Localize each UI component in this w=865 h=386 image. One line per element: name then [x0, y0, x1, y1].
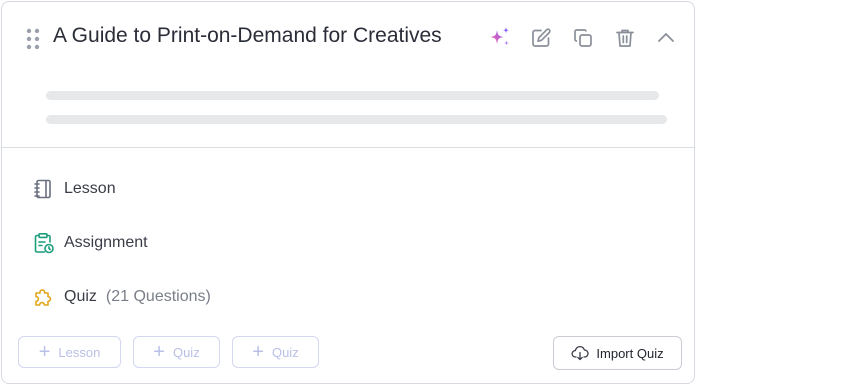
topic-title: A Guide to Print-on-Demand for Creatives	[53, 24, 442, 47]
puzzle-icon	[32, 286, 54, 308]
edit-button[interactable]	[527, 24, 555, 52]
collapse-button[interactable]	[652, 24, 680, 52]
delete-button[interactable]	[611, 24, 639, 52]
plus-icon: +	[38, 341, 51, 363]
sparkle-ai-icon	[490, 27, 509, 46]
plus-icon: +	[252, 341, 264, 363]
drag-handle-icon[interactable]	[26, 28, 40, 50]
duplicate-button[interactable]	[569, 24, 597, 52]
description-placeholder-line-1	[46, 91, 659, 100]
content-item-quiz[interactable]: Quiz (21 Questions)	[32, 285, 211, 309]
trash-icon	[616, 29, 634, 47]
clipboard-clock-icon	[32, 232, 54, 254]
chevron-up-icon	[658, 33, 674, 42]
add-quiz-label: Quiz	[172, 344, 200, 360]
cloud-download-icon	[571, 345, 590, 361]
topic-header: A Guide to Print-on-Demand for Creatives	[2, 2, 694, 76]
content-item-label: Lesson	[64, 180, 116, 197]
content-item-assignment[interactable]: Assignment	[32, 231, 148, 255]
add-lesson-button[interactable]: + Lesson	[18, 336, 121, 368]
description-placeholder-line-2	[46, 115, 667, 124]
plus-icon: +	[153, 341, 165, 363]
add-quiz-button-2[interactable]: + Quiz	[232, 336, 319, 368]
ai-generate-button[interactable]	[486, 24, 514, 52]
add-quiz-button[interactable]: + Quiz	[133, 336, 220, 368]
divider	[2, 147, 694, 148]
topic-card: A Guide to Print-on-Demand for Creatives	[1, 1, 695, 384]
content-item-lesson[interactable]: Lesson	[32, 177, 116, 201]
notebook-icon	[32, 178, 54, 200]
duplicate-icon	[574, 29, 592, 47]
import-quiz-button[interactable]: Import Quiz	[553, 336, 682, 370]
content-item-label: Assignment	[64, 234, 148, 251]
add-lesson-label: Lesson	[58, 344, 101, 360]
edit-icon	[532, 28, 551, 47]
add-quiz-label: Quiz	[271, 344, 299, 360]
import-quiz-label: Import Quiz	[596, 345, 664, 361]
content-item-label: Quiz	[64, 288, 97, 305]
question-count: (21 Questions)	[105, 288, 211, 305]
